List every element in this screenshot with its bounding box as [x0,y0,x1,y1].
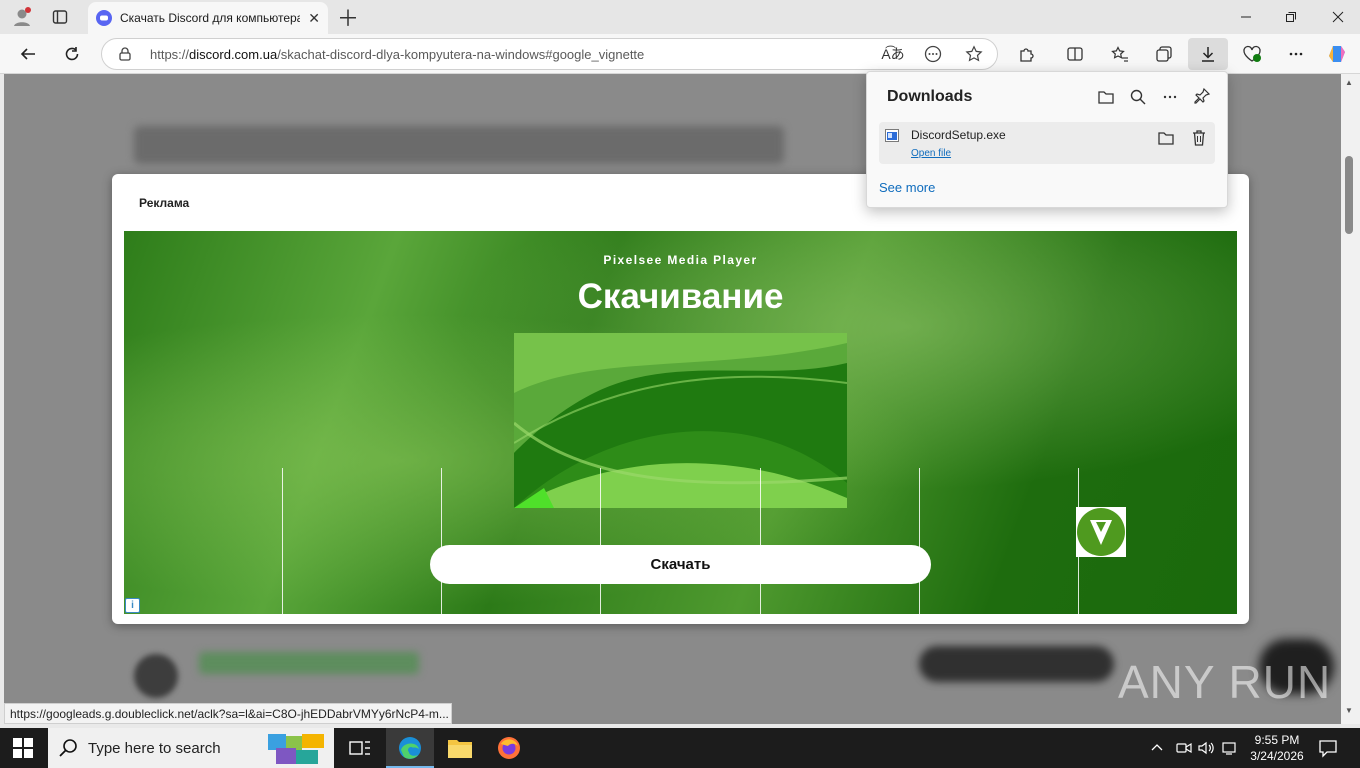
notifications-icon[interactable] [1318,738,1338,758]
favorites-icon[interactable] [1104,40,1136,68]
site-info-icon[interactable] [117,46,133,62]
download-button[interactable]: Скачать [430,545,931,584]
firefox-icon[interactable] [497,736,521,760]
open-downloads-folder-icon[interactable] [1097,88,1115,106]
collections-icon[interactable] [1148,40,1180,68]
file-explorer-icon[interactable] [448,738,472,758]
banner-divider [600,468,601,614]
close-tab-icon[interactable]: ✕ [308,10,328,27]
hidden-icons-chevron[interactable] [1150,738,1164,758]
more-site-actions-icon[interactable] [917,40,949,68]
banner-heading: Скачивание [577,277,784,316]
edge-taskbar-button[interactable] [386,728,434,768]
profile-icon[interactable] [6,3,38,31]
taskbar-search-text: Type here to search [88,739,221,757]
search-icon [58,738,78,758]
anyrun-watermark: ANY RUN [1118,656,1332,708]
download-icon [1202,47,1214,62]
extensions-icon[interactable] [1011,40,1043,68]
favorite-star-icon[interactable] [958,40,990,68]
volume-icon[interactable] [1198,740,1216,756]
banner-brand: Pixelsee Media Player [603,253,758,267]
clock-time: 9:55 PM [1254,733,1300,747]
copilot-icon[interactable] [1322,40,1354,68]
banner-divider [441,468,442,614]
back-button[interactable] [12,40,44,68]
workspaces-icon[interactable] [44,3,76,31]
blurred-link [199,652,419,674]
blurred-avatar [134,654,178,698]
blurred-button [919,646,1114,682]
blurred-page-heading [134,126,784,164]
downloads-title: Downloads [887,88,973,105]
tab-title: Скачать Discord для компьютера [120,11,301,25]
network-icon[interactable] [1222,740,1240,756]
minimize-button[interactable] [1230,3,1262,31]
refresh-button[interactable] [56,40,88,68]
settings-more-icon[interactable] [1280,40,1312,68]
clock-date: 3/24/2026 [1250,749,1304,763]
ad-label: Реклама [139,196,190,210]
search-highlight-icon [266,730,328,766]
banner-divider [760,468,761,614]
downloads-button[interactable] [1188,38,1228,70]
url-prefix: https:// [150,46,190,62]
open-file-link[interactable]: Open file [911,148,951,159]
status-bar-url: https://googleads.g.doubleclick.net/aclk… [4,703,452,724]
banner-divider [282,468,283,614]
more-options-icon[interactable] [1161,88,1179,106]
see-more-link[interactable]: See more [879,180,935,195]
discord-favicon-icon [96,10,112,26]
tab-discord[interactable]: Скачать Discord для компьютера ✕ [88,2,328,34]
url-host: discord.com.ua [189,46,278,62]
pin-icon[interactable] [1193,87,1211,105]
task-view-icon[interactable] [349,738,371,758]
read-aloud-icon[interactable]: A͡あ [877,40,909,68]
address-bar[interactable]: https://discord.com.ua/skachat-discord-d… [101,38,998,70]
vertical-scrollbar[interactable]: ▲ ▼ [1341,74,1360,724]
ad-banner[interactable]: Pixelsee Media Player Скачивание Скачать… [124,231,1237,614]
edge-icon [399,737,421,759]
scroll-up-arrow[interactable]: ▲ [1345,78,1353,87]
exe-file-icon [885,129,899,143]
windows-start-icon[interactable] [13,738,33,758]
meet-now-icon[interactable] [1176,740,1192,756]
search-downloads-icon[interactable] [1129,88,1147,106]
split-screen-icon[interactable] [1059,40,1091,68]
download-item[interactable]: DiscordSetup.exe Open file [879,122,1215,164]
downloads-panel: Downloads DiscordSetup.exe Open file See… [866,71,1228,208]
restore-button[interactable] [1275,3,1307,31]
url-path: /skachat-discord-dlya-kompyutera-na-wind… [277,46,645,62]
banner-divider [919,468,920,614]
browser-essentials-icon[interactable] [1236,40,1268,68]
new-tab-button[interactable]: ＋ [332,3,364,31]
close-window-button[interactable] [1322,3,1354,31]
download-filename: DiscordSetup.exe [911,128,1006,142]
ad-info-icon[interactable]: i [125,598,140,613]
scroll-down-arrow[interactable]: ▼ [1345,706,1353,715]
delete-icon[interactable] [1191,129,1207,147]
taskbar-clock[interactable]: 9:55 PM 3/24/2026 [1246,732,1308,764]
scrollbar-thumb[interactable] [1345,156,1353,234]
banner-image [514,333,847,508]
show-in-folder-icon[interactable] [1157,129,1175,147]
app-logo-icon [1076,507,1126,557]
